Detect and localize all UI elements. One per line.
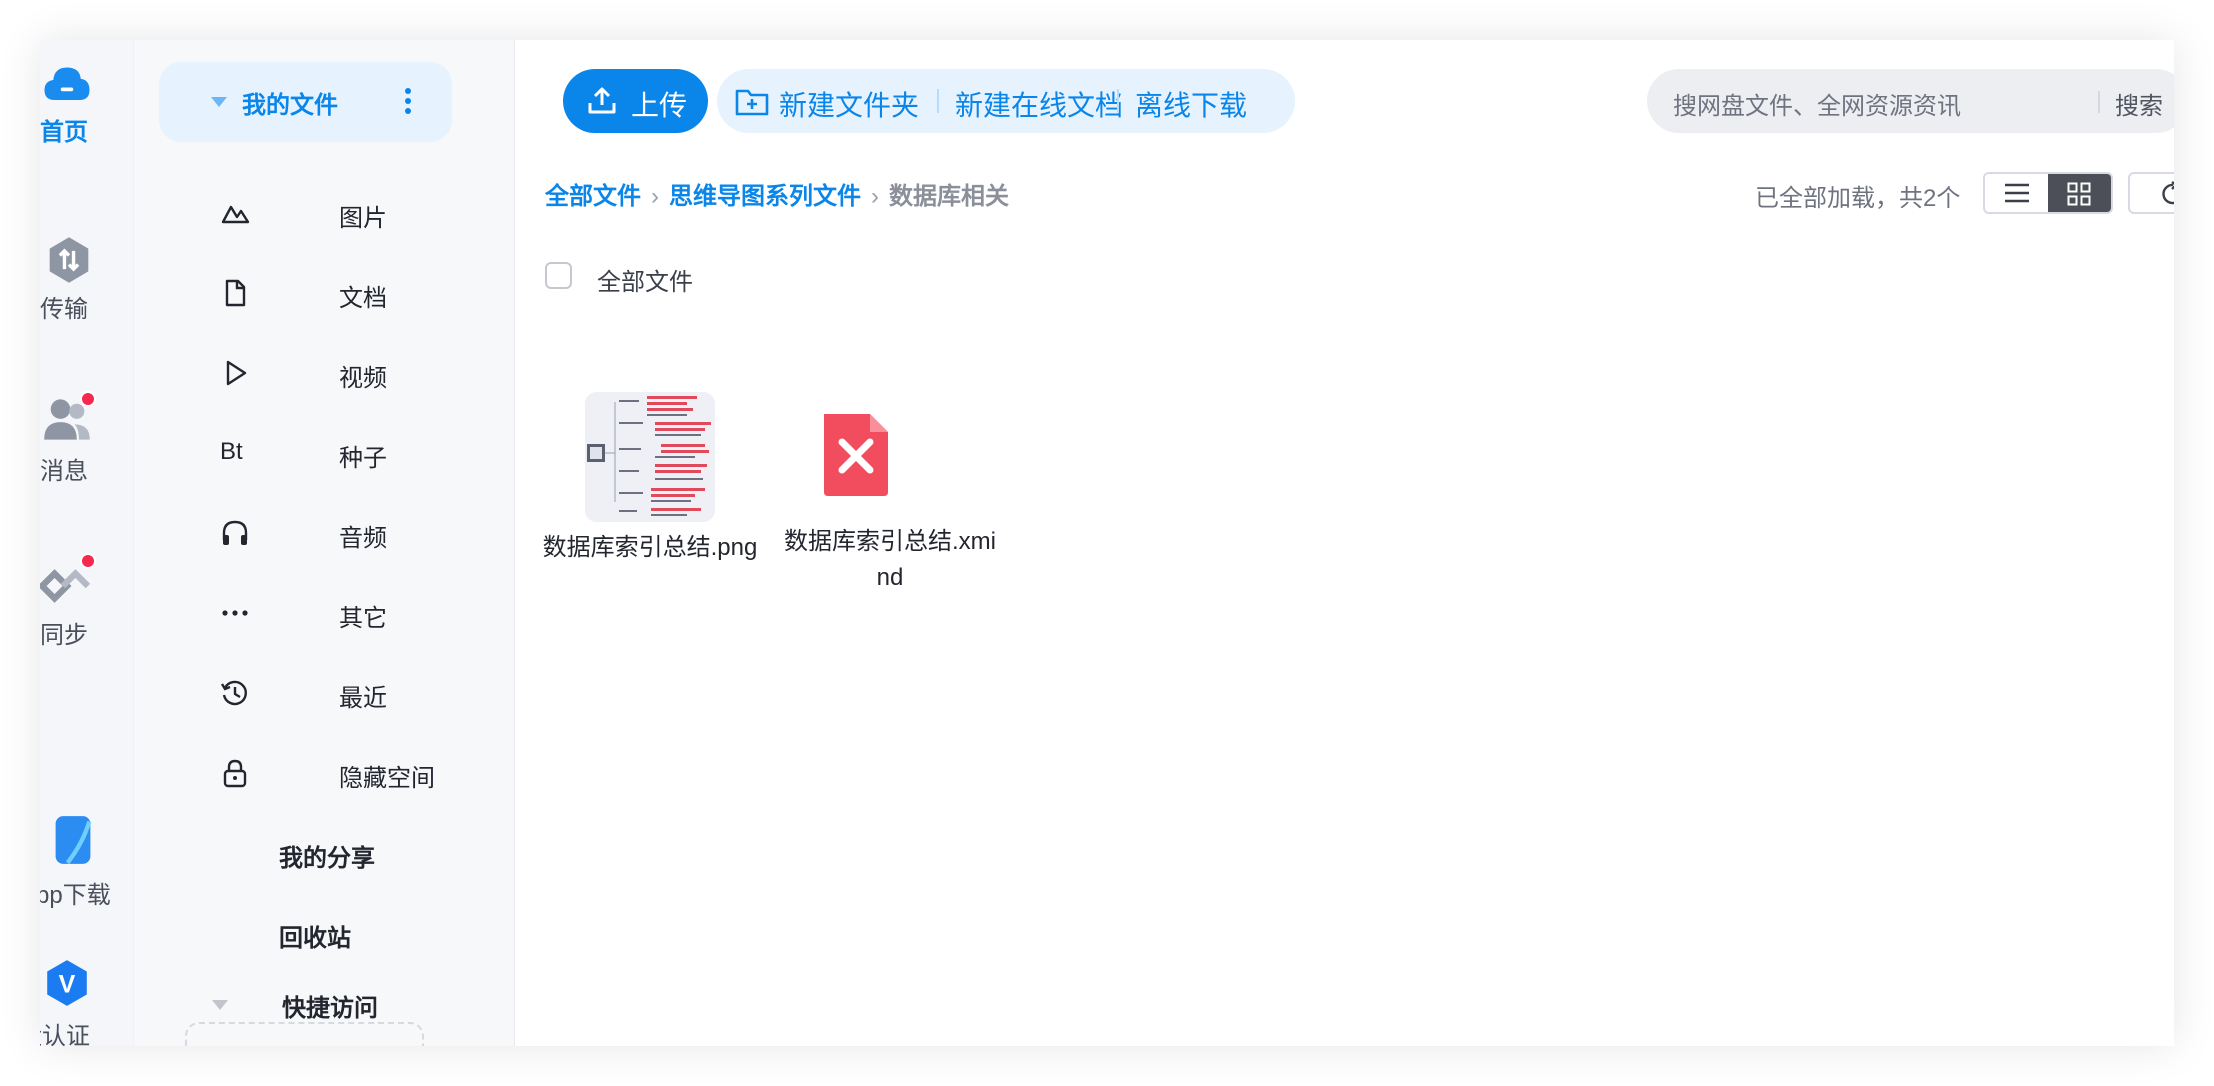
sidebar-item-my-shares[interactable]: 我的分享 bbox=[134, 824, 514, 884]
sidebar: 我的文件 图片 文档 视频 Bt 种子 音频 其它 最近 隐藏空间 我的分享 回… bbox=[134, 40, 515, 1046]
history-icon bbox=[220, 680, 248, 706]
sidebar-item-images[interactable]: 图片 bbox=[134, 184, 514, 244]
sidebar-item-hidden-space[interactable]: 隐藏空间 bbox=[134, 744, 514, 804]
rail-label-sync: 同步 bbox=[40, 622, 88, 649]
collapse-caret-icon bbox=[212, 1000, 228, 1010]
breadcrumb-item[interactable]: 全部文件 bbox=[545, 183, 641, 210]
upload-icon bbox=[588, 87, 616, 114]
sidebar-item-torrents[interactable]: Bt 种子 bbox=[134, 424, 514, 484]
bt-icon: Bt bbox=[220, 438, 243, 465]
divider bbox=[1117, 89, 1119, 113]
my-files-label: 我的文件 bbox=[242, 92, 338, 119]
search-box[interactable]: 搜网盘文件、全网资源资讯 搜索 bbox=[1647, 69, 2174, 133]
rail-item-app-download[interactable]: App下载 bbox=[40, 815, 133, 909]
new-folder-button[interactable]: 新建文件夹 bbox=[779, 84, 919, 124]
chevron-right-icon: › bbox=[871, 183, 879, 210]
sidebar-item-label: 其它 bbox=[339, 605, 387, 632]
list-view-button[interactable] bbox=[1985, 174, 2048, 212]
rail-item-verify[interactable]: V 网盘认证 bbox=[40, 958, 133, 1046]
mindmap-image-thumbnail bbox=[585, 392, 715, 522]
chevron-right-icon: › bbox=[651, 183, 659, 210]
file-name[interactable]: 数据库索引总结.png bbox=[540, 530, 760, 566]
document-icon bbox=[225, 279, 246, 307]
load-status: 已全部加载，共2个 bbox=[1755, 185, 1961, 212]
sidebar-item-videos[interactable]: 视频 bbox=[134, 344, 514, 404]
breadcrumb-current: 数据库相关 bbox=[889, 183, 1009, 210]
file-thumbnail-xmind[interactable] bbox=[816, 410, 896, 500]
list-icon bbox=[2005, 183, 2029, 203]
sidebar-item-documents[interactable]: 文档 bbox=[134, 264, 514, 324]
search-button[interactable]: 搜索 bbox=[2115, 86, 2163, 121]
sidebar-item-other[interactable]: 其它 bbox=[134, 584, 514, 644]
more-options-icon[interactable] bbox=[403, 88, 413, 118]
rail-label-verify: 网盘认证 bbox=[40, 1023, 90, 1046]
file-name[interactable]: 数据库索引总结.xmind bbox=[780, 524, 1000, 596]
new-folder-icon bbox=[735, 89, 769, 116]
file-thumbnail-png[interactable] bbox=[585, 392, 715, 522]
sidebar-item-label: 我的分享 bbox=[279, 845, 375, 872]
sidebar-item-label: 图片 bbox=[339, 205, 387, 232]
quick-access-drop-zone[interactable] bbox=[185, 1022, 424, 1046]
collapse-caret-icon[interactable] bbox=[211, 97, 227, 107]
sidebar-item-label: 回收站 bbox=[279, 925, 351, 952]
transfer-icon bbox=[49, 237, 89, 283]
left-rail: 首页 传输 消息 同步 p下载 V 认证 bbox=[40, 40, 134, 1046]
divider bbox=[937, 89, 939, 113]
breadcrumb: 全部文件 › 思维导图系列文件 › 数据库相关 bbox=[545, 176, 1009, 211]
notification-badge bbox=[80, 391, 96, 407]
rail-item-sync[interactable]: 同步 bbox=[40, 553, 133, 649]
sidebar-item-recycle-bin[interactable]: 回收站 bbox=[134, 904, 514, 964]
select-all-label: 全部文件 bbox=[597, 269, 693, 296]
breadcrumb-item[interactable]: 思维导图系列文件 bbox=[669, 183, 861, 210]
phone-icon bbox=[55, 816, 92, 865]
app-window: 首页 传输 消息 同步 p下载 V 认证 我的文件 图片 文档 视频 Bt 种子… bbox=[40, 40, 2174, 1046]
notification-badge bbox=[80, 553, 96, 569]
play-icon bbox=[226, 360, 247, 386]
xmind-file-icon bbox=[824, 414, 888, 496]
quick-access-label: 快捷访问 bbox=[282, 995, 378, 1022]
action-toolbar: 新建文件夹 新建在线文档 离线下载 bbox=[717, 69, 1295, 133]
upload-label: 上传 bbox=[631, 90, 688, 121]
rail-item-transfer[interactable]: 传输 bbox=[40, 235, 133, 323]
sidebar-item-label: 种子 bbox=[339, 445, 387, 472]
lock-icon bbox=[223, 759, 247, 788]
grid-view-button[interactable] bbox=[2048, 174, 2111, 212]
upload-button[interactable]: 上传 bbox=[563, 69, 708, 133]
cloud-icon bbox=[44, 67, 90, 100]
sidebar-item-recent[interactable]: 最近 bbox=[134, 664, 514, 724]
rail-label-home: 首页 bbox=[40, 119, 88, 146]
refresh-icon bbox=[2162, 181, 2174, 205]
select-all-checkbox[interactable] bbox=[545, 262, 572, 289]
grid-icon bbox=[2067, 182, 2091, 206]
sidebar-item-label: 音频 bbox=[339, 525, 387, 552]
ellipsis-icon bbox=[222, 610, 248, 616]
sidebar-item-my-files[interactable]: 我的文件 bbox=[159, 62, 452, 142]
quick-access-header[interactable]: 快捷访问 bbox=[134, 984, 514, 1024]
main-panel: 上传 新建文件夹 新建在线文档 离线下载 搜网盘文件、全网资源资讯 搜索 全部文… bbox=[515, 40, 2174, 1046]
svg-text:V: V bbox=[59, 970, 76, 998]
rail-item-home[interactable]: 首页 bbox=[40, 60, 133, 146]
headphones-icon bbox=[222, 520, 248, 545]
rail-label-messages: 消息 bbox=[40, 458, 88, 485]
view-toggle bbox=[1983, 172, 2113, 214]
offline-download-button[interactable]: 离线下载 bbox=[1135, 84, 1247, 124]
divider bbox=[2098, 91, 2100, 113]
rail-label-app-download: App下载 bbox=[40, 882, 111, 909]
sidebar-item-audio[interactable]: 音频 bbox=[134, 504, 514, 564]
new-online-doc-button[interactable]: 新建在线文档 bbox=[955, 84, 1123, 124]
refresh-button[interactable] bbox=[2128, 172, 2174, 214]
sidebar-item-label: 视频 bbox=[339, 365, 387, 392]
sidebar-item-label: 文档 bbox=[339, 285, 387, 312]
verify-icon: V bbox=[47, 960, 87, 1006]
sync-icon bbox=[40, 569, 90, 603]
rail-label-transfer: 传输 bbox=[40, 296, 88, 323]
sidebar-item-label: 隐藏空间 bbox=[339, 765, 435, 792]
rail-item-messages[interactable]: 消息 bbox=[40, 391, 133, 485]
sidebar-item-label: 最近 bbox=[339, 685, 387, 712]
image-icon bbox=[221, 205, 250, 224]
search-input[interactable]: 搜网盘文件、全网资源资讯 bbox=[1673, 86, 1961, 121]
